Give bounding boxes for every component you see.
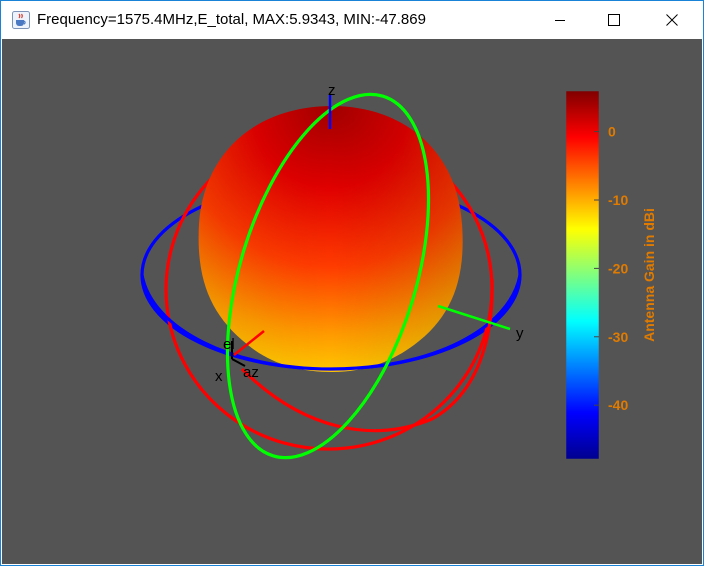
- el-axis-label: el: [223, 336, 235, 353]
- close-button[interactable]: [641, 1, 703, 39]
- minimize-button[interactable]: [533, 1, 587, 39]
- radiation-pattern-canvas[interactable]: z y el x az 0 -10 -20 -30 -40 Antenna Gain i…: [2, 39, 702, 564]
- x-axis-label: x: [215, 368, 223, 385]
- colorbar-gradient: [565, 90, 600, 460]
- minimize-icon: [555, 20, 565, 21]
- colorbar-tick-label: -10: [608, 192, 628, 208]
- colorbar-tick-label: 0: [608, 124, 616, 140]
- colorbar-label: Antenna Gain in dBi: [641, 208, 657, 342]
- colorbar-tick-label: -30: [608, 329, 628, 345]
- app-window: Frequency=1575.4MHz,E_total, MAX:5.9343,…: [0, 0, 704, 566]
- colorbar-tick-label: -40: [608, 397, 628, 413]
- maximize-icon: [608, 14, 620, 26]
- colorbar[interactable]: 0 -10 -20 -30 -40 Antenna Gain in dBi: [565, 90, 657, 460]
- y-axis-label: y: [516, 325, 524, 342]
- z-axis-label: z: [328, 82, 336, 99]
- maximize-button[interactable]: [587, 1, 641, 39]
- colorbar-tick-label: -20: [608, 260, 628, 276]
- window-title: Frequency=1575.4MHz,E_total, MAX:5.9343,…: [37, 11, 426, 28]
- az-axis-label: az: [243, 364, 259, 381]
- close-icon: [666, 14, 678, 26]
- pattern-plot-area[interactable]: z y el x az 0 -10 -20 -30 -40 Antenna Gain i…: [2, 39, 702, 564]
- java-cup-icon: [12, 11, 30, 29]
- title-bar[interactable]: Frequency=1575.4MHz,E_total, MAX:5.9343,…: [1, 1, 703, 39]
